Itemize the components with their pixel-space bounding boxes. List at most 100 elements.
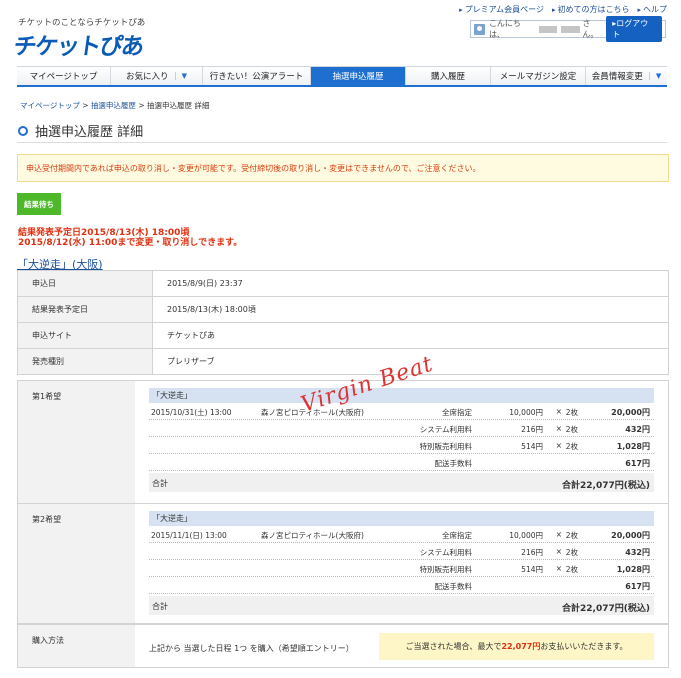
main-nav: マイページトップ お気に入り ▼ 行きたい！公演アラート 抽選申込履歴 購入履歴 … [17, 66, 667, 87]
arrow-right-icon: ▸ [459, 6, 463, 14]
breadcrumb-mypage[interactable]: マイページトップ [20, 101, 80, 110]
list-item: 特別販売利用料 514円 × 2枚 1,028円 [149, 560, 654, 577]
choice-total: 合計 合計22,077円(税込) [149, 596, 654, 615]
arrow-right-icon: ▸ [551, 6, 556, 14]
table-row: 発売種別 プレリザーブ [17, 348, 669, 375]
table-row: 申込日 2015/8/9(日) 23:37 [17, 270, 669, 297]
purchase-method-detail: 上記から 当選した日程 1つ を購入（希望順エントリー） ご当選された場合、最大… [135, 625, 668, 667]
result-date-line: 結果発表予定日2015/8/13(木) 18:00頃 [18, 228, 190, 238]
venue: 森ノ宮ピロティホール(大阪府) [261, 531, 364, 540]
info-label: 結果発表予定日 [17, 296, 153, 323]
arrow-right-icon: ▸ [637, 6, 641, 14]
site-logo[interactable]: チケットぴあ [12, 27, 146, 61]
logout-button[interactable]: ▸ログアウト [606, 16, 663, 42]
redacted-name [538, 25, 557, 33]
line-total: 20,000円 [611, 531, 650, 540]
result-message: 結果発表予定日2015/8/13(木) 18:00頃 2015/8/12(水) … [18, 228, 242, 248]
performance-date: 2015/10/31(土) 13:00 [151, 408, 232, 417]
quantity: 2枚 [565, 531, 578, 540]
site-header: チケットのことならチケットぴあ チケットぴあ ▸ プレミアム会員ページ ▸ 初めての… [0, 0, 681, 66]
fee-name: 全席指定 [442, 408, 472, 417]
choice-label: 第2希望 [32, 515, 62, 524]
chevron-down-icon[interactable]: ▼ [174, 72, 187, 80]
quantity: 2枚 [565, 408, 578, 417]
breadcrumb-separator: > [82, 101, 89, 110]
list-item: 2015/10/31(土) 13:00 森ノ宮ピロティホール(大阪府) 全席指定… [149, 403, 654, 420]
info-value: 2015/8/13(木) 18:00頃 [152, 296, 669, 323]
nav-member-info[interactable]: 会員情報変更 ▼ [586, 67, 667, 85]
times-sign: × [555, 407, 562, 416]
list-item: システム利用料 216円 × 2枚 432円 [149, 420, 654, 437]
total-label: 合計 [152, 602, 168, 611]
unit-price: 10,000円 [509, 531, 543, 540]
quantity: 2枚 [565, 425, 578, 434]
line-total: 1,028円 [616, 442, 650, 451]
status-badge: 結果待ち [17, 193, 61, 215]
redacted-name [560, 25, 581, 33]
total-label: 合計 [152, 479, 168, 488]
total-value: 合計22,077円(税込) [562, 604, 650, 614]
fee-name: システム利用料 [419, 425, 472, 434]
max-payment-notice: ご当選された場合、最大で 22,077円 お支払いいただきます。 [379, 633, 654, 660]
line-total: 432円 [625, 425, 650, 434]
unit-price: 216円 [521, 425, 543, 434]
purchase-method: 購入方法 上記から 当選した日程 1つ を購入（希望順エントリー） ご当選された… [17, 624, 669, 668]
line-total: 20,000円 [611, 408, 650, 417]
premium-link[interactable]: ▸ プレミアム会員ページ [459, 4, 544, 15]
breadcrumb: マイページトップ > 抽選申込履歴 > 抽選申込履歴 詳細 [20, 100, 209, 111]
times-sign: × [555, 547, 562, 556]
breadcrumb-current: 抽選申込履歴 詳細 [147, 101, 210, 110]
choice-label: 第1希望 [32, 392, 62, 401]
fee-name: 全席指定 [442, 531, 472, 540]
times-sign: × [555, 564, 562, 573]
breadcrumb-separator: > [138, 101, 145, 110]
line-total: 617円 [625, 582, 650, 591]
nav-mypage-top[interactable]: マイページトップ [17, 67, 111, 85]
total-value: 合計22,077円(税込) [562, 481, 650, 491]
nav-lottery-history[interactable]: 抽選申込履歴 [311, 67, 406, 85]
choice-title: 「大逆走」 [149, 388, 654, 403]
info-value: 2015/8/9(日) 23:37 [152, 270, 669, 297]
choice-title: 「大逆走」 [149, 511, 654, 526]
fee-name: 配送手数料 [434, 582, 473, 591]
help-link[interactable]: ▸ ヘルプ [637, 4, 667, 15]
performance-date: 2015/11/1(日) 13:00 [151, 531, 227, 540]
nav-mail-magazine[interactable]: メールマガジン設定 [491, 67, 586, 85]
choice-2: 第2希望 「大逆走」 2015/11/1(日) 13:00 森ノ宮ピロティホール… [17, 504, 669, 624]
quantity: 2枚 [565, 548, 578, 557]
breadcrumb-lottery-history[interactable]: 抽選申込履歴 [91, 101, 136, 110]
purchase-method-text: 上記から 当選した日程 1つ を購入（希望順エントリー） [149, 644, 354, 653]
list-item: 配送手数料 617円 [149, 577, 654, 594]
top-links: ▸ プレミアム会員ページ ▸ 初めての方はこちら ▸ ヘルプ [459, 4, 667, 15]
unit-price: 216円 [521, 548, 543, 557]
title-divider [17, 142, 667, 143]
greeting-suffix: さん。 [582, 19, 599, 39]
quantity: 2枚 [565, 442, 578, 451]
change-deadline-line: 2015/8/12(水) 11:00まで変更・取り消しできます。 [18, 238, 243, 248]
times-sign: × [555, 530, 562, 539]
user-greeting-box: こんにちは、 さん。 ▸ログアウト [470, 16, 666, 42]
list-item: 配送手数料 617円 [149, 454, 654, 471]
list-item: システム利用料 216円 × 2枚 432円 [149, 543, 654, 560]
notice-banner: 申込受付期間内であれば申込の取り消し・変更が可能です。受付締切後の取り消し・変更… [17, 154, 669, 182]
greeting-prefix: こんにちは、 [488, 19, 521, 39]
times-sign: × [555, 441, 562, 450]
table-row: 申込サイト チケットぴあ [17, 322, 669, 349]
quantity: 2枚 [565, 565, 578, 574]
table-row: 結果発表予定日 2015/8/13(木) 18:00頃 [17, 296, 669, 323]
max-payment-amount: 22,077円 [501, 642, 541, 651]
purchase-method-label: 購入方法 [32, 636, 64, 645]
nav-alert[interactable]: 行きたい！公演アラート [203, 67, 311, 85]
nav-favorites[interactable]: お気に入り ▼ [111, 67, 203, 85]
info-label: 申込日 [17, 270, 153, 297]
fee-name: 特別販売利用料 [419, 565, 473, 574]
first-time-link[interactable]: ▸ 初めての方はこちら [552, 4, 630, 15]
info-label: 発売種別 [17, 348, 153, 375]
list-item: 2015/11/1(日) 13:00 森ノ宮ピロティホール(大阪府) 全席指定 … [149, 526, 654, 543]
chevron-down-icon[interactable]: ▼ [648, 72, 661, 80]
fee-name: システム利用料 [419, 548, 472, 557]
line-total: 617円 [625, 459, 650, 468]
page-title: 抽選申込履歴 詳細 [18, 121, 143, 140]
nav-purchase-history[interactable]: 購入履歴 [406, 67, 491, 85]
user-icon [474, 23, 485, 35]
